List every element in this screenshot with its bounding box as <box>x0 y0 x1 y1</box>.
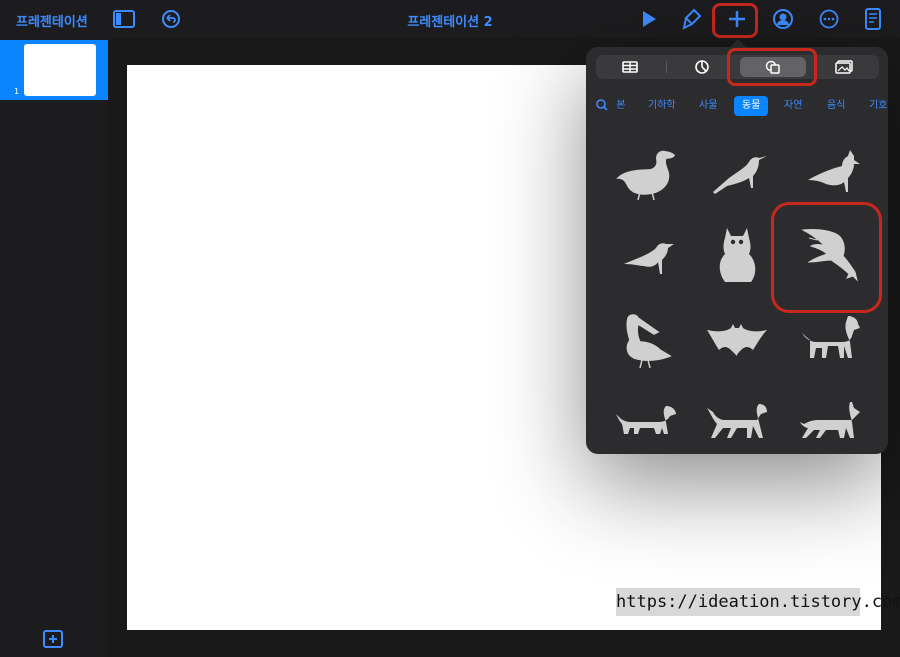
more-icon[interactable] <box>815 6 843 32</box>
raven-shape[interactable] <box>605 218 687 290</box>
documents-button[interactable]: 프레젠테이션 <box>16 11 88 30</box>
dog-shape[interactable] <box>789 302 871 374</box>
pelican-shape[interactable] <box>605 298 687 378</box>
document-setup-icon[interactable] <box>859 6 887 32</box>
shapes-tab-highlight <box>727 48 817 86</box>
search-label: 본 <box>616 100 626 111</box>
eagle-shape-highlight <box>771 202 882 313</box>
owl-shape[interactable] <box>696 218 778 290</box>
slide-number: 1 <box>14 87 20 96</box>
tab-media[interactable] <box>814 55 874 79</box>
category-symbols[interactable]: 기호 <box>869 96 887 116</box>
bat-shape[interactable] <box>696 302 778 374</box>
category-food[interactable]: 음식 <box>827 96 845 116</box>
category-geometry[interactable]: 기하학 <box>648 96 676 116</box>
sidebar-toggle-icon[interactable] <box>110 6 138 32</box>
dachshund-shape[interactable] <box>605 384 687 456</box>
duck-shape[interactable] <box>605 138 687 210</box>
insert-button-highlight <box>712 3 758 38</box>
cardinal-shape[interactable] <box>789 138 871 210</box>
format-brush-icon[interactable] <box>678 6 706 32</box>
tab-chart[interactable] <box>672 55 732 79</box>
add-slide-icon[interactable] <box>43 630 63 648</box>
watermark-text: https://ideation.tistory.com <box>616 588 900 616</box>
slide-thumbnail-preview <box>24 44 96 96</box>
slide-navigator <box>0 38 108 657</box>
play-icon[interactable] <box>635 6 663 32</box>
table-icon <box>622 61 638 73</box>
wolf-shape[interactable] <box>789 384 871 456</box>
media-icon <box>835 60 853 74</box>
tab-table[interactable] <box>600 55 660 79</box>
category-nature[interactable]: 자연 <box>784 96 802 116</box>
category-objects[interactable]: 사물 <box>699 96 717 116</box>
undo-icon[interactable] <box>157 6 185 32</box>
shape-search[interactable]: 본 <box>596 96 625 116</box>
category-animals[interactable]: 동물 <box>734 96 769 116</box>
crow-shape[interactable] <box>696 138 778 210</box>
search-icon <box>596 99 608 111</box>
chart-icon <box>695 60 709 74</box>
collaborate-icon[interactable] <box>769 6 797 32</box>
tab-divider <box>666 61 667 73</box>
hound-shape[interactable] <box>696 384 778 456</box>
slide-thumbnail-selected[interactable]: 1 <box>0 40 108 100</box>
